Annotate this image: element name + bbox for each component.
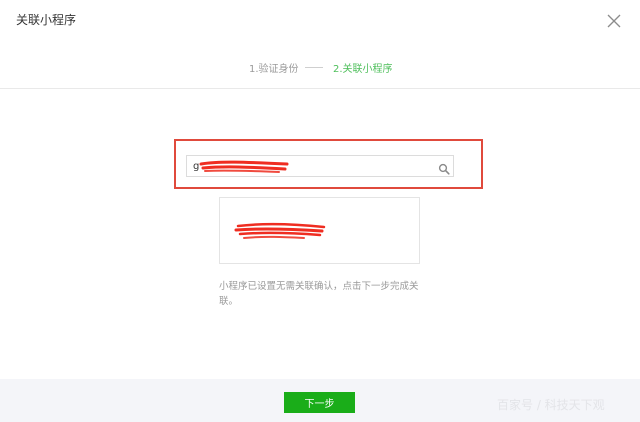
step-link-miniprogram: 2.关联小程序 xyxy=(333,64,393,75)
search-box xyxy=(186,155,454,177)
notice-text: 小程序已设置无需关联确认，点击下一步完成关联。 xyxy=(219,281,419,307)
dialog-footer: 下一步 百家号 / 科技天下观 xyxy=(0,379,640,422)
miniprogram-result-card[interactable] xyxy=(219,197,420,264)
step-indicator: 1.验证身份 2.关联小程序 xyxy=(0,59,640,75)
dialog-title: 关联小程序 xyxy=(16,13,77,27)
step-verify-identity: 1.验证身份 xyxy=(249,64,299,75)
search-icon[interactable] xyxy=(438,160,450,175)
step-connector xyxy=(305,67,323,68)
close-button[interactable] xyxy=(604,11,624,31)
redaction-scribble xyxy=(234,222,326,239)
search-input[interactable] xyxy=(193,156,423,176)
watermark: 百家号 / 科技天下观 xyxy=(497,398,605,412)
close-icon xyxy=(607,14,621,28)
header-divider xyxy=(0,88,640,89)
next-step-button[interactable]: 下一步 xyxy=(284,392,355,413)
